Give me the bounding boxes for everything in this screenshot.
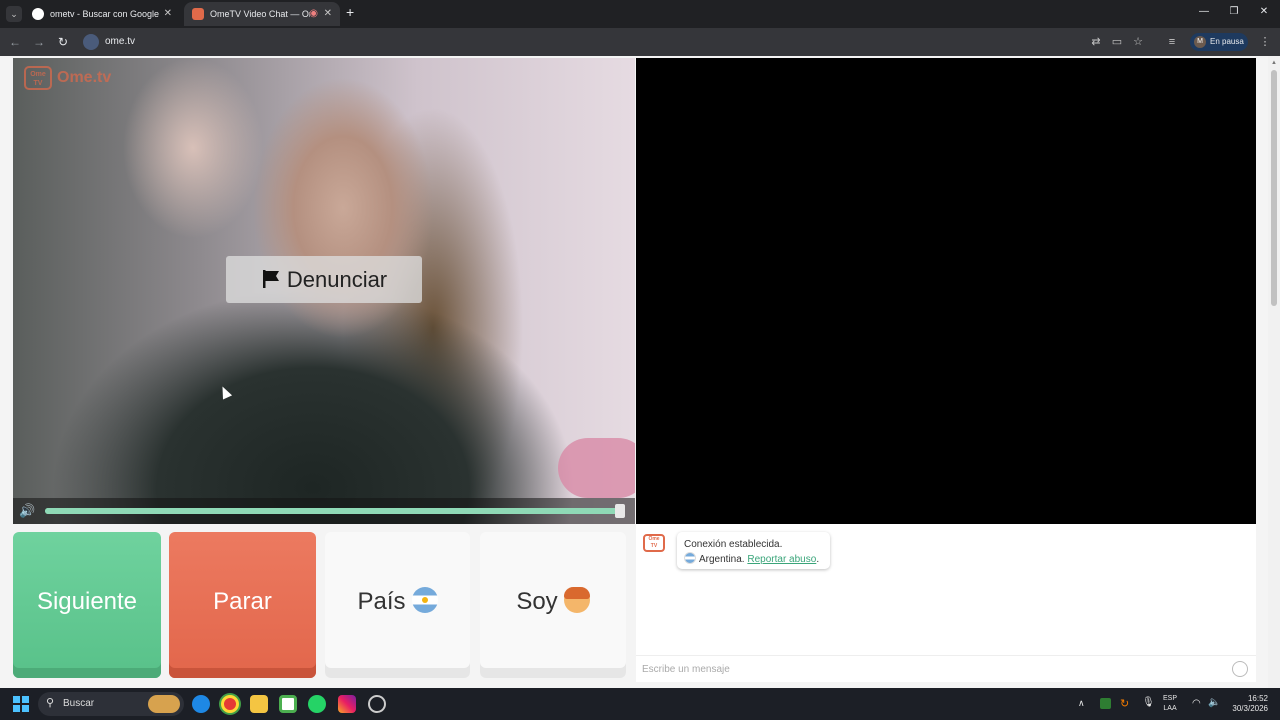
scroll-up-icon[interactable]: ▲ bbox=[1271, 60, 1277, 66]
whatsapp-icon[interactable] bbox=[308, 695, 326, 713]
edge-icon[interactable] bbox=[192, 695, 210, 713]
ometv-favicon-icon bbox=[192, 8, 204, 20]
partner-country-line: Argentina. Reportar abuso. bbox=[684, 552, 823, 567]
local-video bbox=[636, 58, 1256, 524]
system-message: Conexión establecida. Argentina. Reporta… bbox=[677, 532, 830, 569]
wifi-icon[interactable]: ◠ bbox=[1192, 698, 1201, 709]
forward-icon[interactable]: → bbox=[31, 34, 47, 50]
emoji-icon[interactable] bbox=[1232, 661, 1248, 677]
message-input[interactable] bbox=[642, 660, 1222, 678]
volume-fill bbox=[45, 508, 621, 514]
file-explorer-icon[interactable] bbox=[250, 695, 268, 713]
flag-icon bbox=[262, 270, 279, 288]
profile-status: En pausa bbox=[1210, 37, 1244, 46]
language-indicator[interactable]: ESP LAA bbox=[1163, 694, 1177, 714]
remote-video: Ome TV Ome.tv Denunciar 🔊 bbox=[13, 58, 635, 524]
minimize-icon[interactable]: — bbox=[1196, 6, 1212, 17]
instagram-icon[interactable] bbox=[338, 695, 356, 713]
more-menu-icon[interactable]: ⋮ bbox=[1258, 35, 1272, 49]
gender-button[interactable]: Soy bbox=[480, 532, 626, 678]
security-icon[interactable] bbox=[1100, 698, 1111, 709]
volume-handle[interactable] bbox=[615, 504, 625, 518]
stop-button[interactable]: Parar bbox=[169, 532, 316, 678]
mouse-cursor-icon bbox=[217, 384, 233, 400]
taskbar: ⚲ Buscar ∧ ↻ 🎙 ESP LAA ◠ 🔈 16:52 30/3/20… bbox=[0, 688, 1280, 720]
report-abuse-link[interactable]: Reportar abuso bbox=[747, 554, 816, 565]
translate-icon[interactable]: ⇄ bbox=[1089, 35, 1103, 49]
volume-bar: 🔊 bbox=[13, 498, 635, 524]
back-icon[interactable]: ← bbox=[7, 34, 23, 50]
taskbar-search[interactable]: ⚲ Buscar bbox=[38, 692, 184, 716]
close-tab-icon[interactable]: ✕ bbox=[324, 2, 332, 26]
report-suffix: . bbox=[816, 554, 820, 565]
lang-code: ESP bbox=[1163, 695, 1178, 702]
close-tab-icon[interactable]: ✕ bbox=[164, 2, 172, 26]
microphone-icon[interactable]: 🎙 bbox=[1142, 697, 1155, 708]
tv-logo-icon: Ome TV bbox=[24, 66, 52, 90]
country-label: País bbox=[357, 588, 406, 615]
volume-slider[interactable] bbox=[45, 508, 621, 514]
next-button[interactable]: Siguiente bbox=[13, 532, 161, 678]
restore-icon[interactable]: ❐ bbox=[1226, 6, 1242, 17]
partner-country: Argentina. bbox=[699, 554, 745, 565]
tab-google-search[interactable]: ometv - Buscar con Google ✕ bbox=[24, 2, 180, 26]
site-info-icon[interactable] bbox=[83, 34, 99, 50]
scroll-thumb[interactable] bbox=[1271, 70, 1277, 306]
clock[interactable]: 16:52 30/3/2026 bbox=[1226, 694, 1268, 714]
search-highlight-icon bbox=[148, 695, 180, 713]
windows-start-icon[interactable] bbox=[13, 696, 29, 712]
google-favicon-icon bbox=[32, 8, 44, 20]
lang-layout: LAA bbox=[1163, 705, 1177, 712]
page-scrollbar[interactable]: ▲ bbox=[1268, 56, 1280, 688]
logo-text: Ome.tv bbox=[57, 69, 112, 86]
report-label: Denunciar bbox=[286, 267, 388, 292]
tab-title: OmeTV Video Chat — Ome bbox=[210, 9, 310, 19]
search-icon: ⚲ bbox=[46, 697, 55, 709]
store-icon[interactable] bbox=[279, 695, 297, 713]
boy-emoji-icon bbox=[563, 587, 590, 613]
reading-list-icon[interactable]: ≡ bbox=[1165, 35, 1179, 49]
ometv-chat-logo-icon: Ome TV bbox=[643, 534, 665, 552]
tray-overflow-icon[interactable]: ∧ bbox=[1078, 698, 1085, 709]
recording-indicator-icon: ◉ bbox=[309, 8, 318, 19]
search-label: Buscar bbox=[63, 698, 95, 709]
connection-status: Conexión establecida. bbox=[684, 539, 783, 550]
browser-toolbar: ← → ↻ ome.tv ⇄ ▭ ☆ ≡ M En pausa ⋮ bbox=[0, 28, 1280, 56]
avatar: M bbox=[1194, 36, 1206, 48]
date: 30/3/2026 bbox=[1232, 704, 1268, 713]
reload-icon[interactable]: ↻ bbox=[55, 34, 71, 50]
sync-icon[interactable]: ↻ bbox=[1120, 697, 1129, 710]
chat-input-row bbox=[636, 655, 1256, 682]
background-decoration bbox=[558, 438, 635, 498]
cast-icon[interactable]: ▭ bbox=[1110, 35, 1124, 49]
page: Ome TV Ome.tv Denunciar 🔊 Siguiente Para… bbox=[0, 56, 1280, 688]
argentina-flag-icon bbox=[411, 587, 438, 613]
argentina-flag-icon bbox=[684, 552, 696, 564]
tab-search-menu-icon[interactable]: ⌄ bbox=[6, 6, 22, 22]
new-tab-button[interactable]: + bbox=[346, 4, 354, 20]
bookmark-star-icon[interactable]: ☆ bbox=[1131, 35, 1145, 49]
chat-panel: Ome TV Conexión establecida. Argentina. … bbox=[636, 524, 1256, 682]
tab-ometv[interactable]: OmeTV Video Chat — Ome ◉ ✕ bbox=[184, 2, 340, 26]
country-filter-button[interactable]: País bbox=[325, 532, 470, 678]
tab-title: ometv - Buscar con Google bbox=[50, 9, 160, 19]
time: 16:52 bbox=[1247, 694, 1268, 703]
address-bar[interactable]: ome.tv bbox=[105, 28, 135, 56]
chrome-icon[interactable] bbox=[221, 695, 239, 713]
profile-button[interactable]: M En pausa bbox=[1190, 33, 1248, 51]
close-window-icon[interactable]: ✕ bbox=[1256, 6, 1272, 17]
gender-label: Soy bbox=[516, 588, 558, 615]
report-button[interactable]: Denunciar bbox=[226, 256, 422, 303]
next-label: Siguiente bbox=[36, 588, 138, 615]
tab-strip: ⌄ ometv - Buscar con Google ✕ OmeTV Vide… bbox=[0, 0, 1280, 28]
volume-icon[interactable]: 🔈 bbox=[1208, 697, 1220, 708]
stop-label: Parar bbox=[213, 588, 272, 615]
app-icon[interactable] bbox=[368, 695, 386, 713]
speaker-icon[interactable]: 🔊 bbox=[19, 503, 39, 519]
